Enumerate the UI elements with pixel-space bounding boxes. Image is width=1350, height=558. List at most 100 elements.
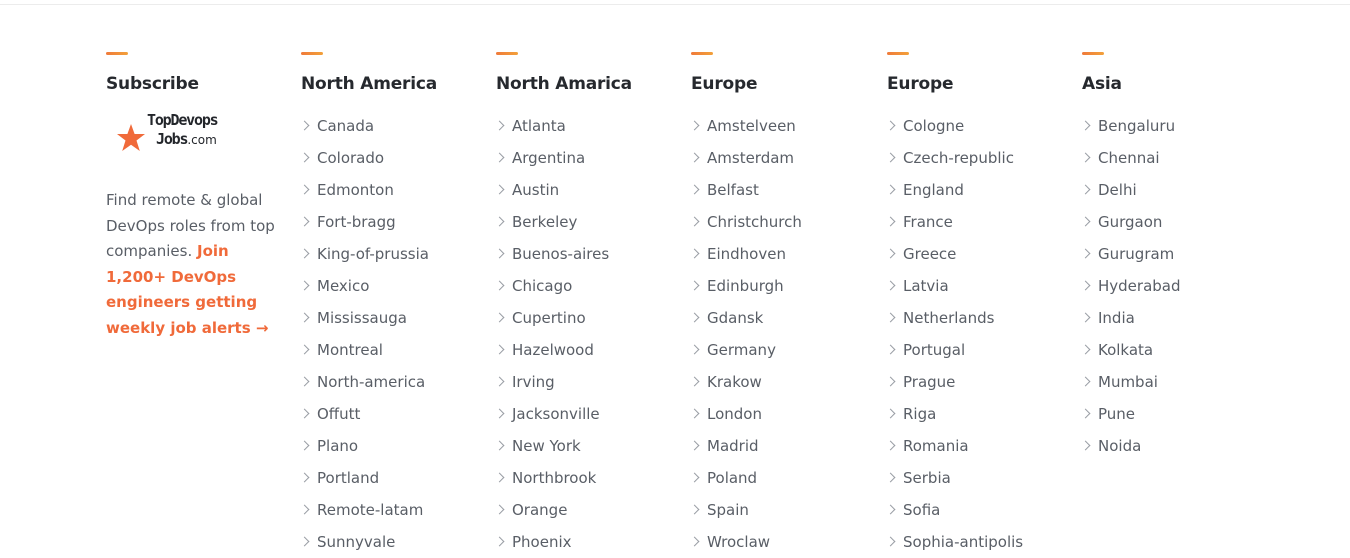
location-link[interactable]: Mumbai [1080,366,1272,398]
location-link[interactable]: Austin [494,174,686,206]
location-link[interactable]: Buenos-aires [494,238,686,270]
location-link[interactable]: Atlanta [494,110,686,142]
location-link[interactable]: Mexico [299,270,491,302]
location-link[interactable]: King-of-prussia [299,238,491,270]
chevron-right-icon [885,120,896,131]
location-link[interactable]: Belfast [689,174,881,206]
location-label: Argentina [512,149,586,167]
column-title: Europe [691,74,758,94]
subscribe-description: Find remote & global DevOps roles from t… [106,188,276,342]
location-link[interactable]: Colorado [299,142,491,174]
location-link[interactable]: Northbrook [494,462,686,494]
chevron-right-icon [494,248,505,259]
location-link[interactable]: Berkeley [494,206,686,238]
location-link[interactable]: Poland [689,462,881,494]
location-link[interactable]: Gurugram [1080,238,1272,270]
location-link[interactable]: Delhi [1080,174,1272,206]
location-link[interactable]: Edmonton [299,174,491,206]
location-link[interactable]: Sofia [885,494,1077,526]
location-link[interactable]: Phoenix [494,526,686,558]
location-link[interactable]: Sophia-antipolis [885,526,1077,558]
chevron-right-icon [1080,344,1091,355]
location-label: Serbia [903,469,951,487]
subscribe-title: Subscribe [106,74,199,94]
subscribe-text: Find remote & global DevOps roles from t… [106,191,275,261]
location-link[interactable]: Krakow [689,366,881,398]
location-link[interactable]: Offutt [299,398,491,430]
location-label: Austin [512,181,560,199]
chevron-right-icon [689,344,700,355]
location-link[interactable]: Wroclaw [689,526,881,558]
logo-text-line2: Jobs.com [156,130,217,148]
location-link[interactable]: Gdansk [689,302,881,334]
location-link[interactable]: Argentina [494,142,686,174]
location-link[interactable]: Riga [885,398,1077,430]
chevron-right-icon [299,152,310,163]
location-link[interactable]: Sunnyvale [299,526,491,558]
location-link[interactable]: Portugal [885,334,1077,366]
chevron-right-icon [689,184,700,195]
location-label: London [707,405,762,423]
location-link[interactable]: Chicago [494,270,686,302]
location-link[interactable]: Noida [1080,430,1272,462]
location-link[interactable]: Christchurch [689,206,881,238]
location-label: Madrid [707,437,759,455]
location-label: Offutt [317,405,361,423]
location-link[interactable]: Fort-bragg [299,206,491,238]
location-link[interactable]: Madrid [689,430,881,462]
accent-bar [691,52,713,55]
location-link[interactable]: New York [494,430,686,462]
location-link[interactable]: Eindhoven [689,238,881,270]
location-link[interactable]: France [885,206,1077,238]
location-link[interactable]: Chennai [1080,142,1272,174]
location-label: Cologne [903,117,965,135]
location-link[interactable]: Amstelveen [689,110,881,142]
chevron-right-icon [299,440,310,451]
location-link[interactable]: Remote-latam [299,494,491,526]
location-link[interactable]: Amsterdam [689,142,881,174]
logo-jobs: Jobs [156,130,189,148]
location-label: Northbrook [512,469,597,487]
location-link[interactable]: India [1080,302,1272,334]
location-link[interactable]: Montreal [299,334,491,366]
chevron-right-icon [299,248,310,259]
chevron-right-icon [494,152,505,163]
location-label: Germany [707,341,776,359]
location-link[interactable]: Gurgaon [1080,206,1272,238]
location-link[interactable]: Kolkata [1080,334,1272,366]
location-link[interactable]: London [689,398,881,430]
location-link[interactable]: Edinburgh [689,270,881,302]
location-link[interactable]: Pune [1080,398,1272,430]
location-link[interactable]: Orange [494,494,686,526]
location-list: Atlanta Argentina Austin Berkeley Buenos-air… [494,110,686,558]
location-link[interactable]: Netherlands [885,302,1077,334]
chevron-right-icon [299,408,310,419]
location-link[interactable]: Hazelwood [494,334,686,366]
accent-bar [1082,52,1104,55]
location-label: Poland [707,469,758,487]
location-link[interactable]: Cologne [885,110,1077,142]
location-link[interactable]: Spain [689,494,881,526]
location-link[interactable]: Canada [299,110,491,142]
location-link[interactable]: Serbia [885,462,1077,494]
location-column-north-amarica: North Amarica Atlanta Argentina Austin Berk… [494,52,686,558]
location-link[interactable]: Hyderabad [1080,270,1272,302]
location-link[interactable]: Plano [299,430,491,462]
topdevopsjobs-logo[interactable]: TopDevops Jobs.com [116,111,246,157]
location-link[interactable]: Czech-republic [885,142,1077,174]
location-link[interactable]: Romania [885,430,1077,462]
location-link[interactable]: Jacksonville [494,398,686,430]
location-link[interactable]: England [885,174,1077,206]
location-link[interactable]: Greece [885,238,1077,270]
location-link[interactable]: Bengaluru [1080,110,1272,142]
location-link[interactable]: Cupertino [494,302,686,334]
location-link[interactable]: Mississauga [299,302,491,334]
location-link[interactable]: Germany [689,334,881,366]
location-link[interactable]: North-america [299,366,491,398]
location-link[interactable]: Latvia [885,270,1077,302]
location-link[interactable]: Irving [494,366,686,398]
location-link[interactable]: Prague [885,366,1077,398]
location-list: Cologne Czech-republic England France Greece… [885,110,1077,558]
location-label: Buenos-aires [512,245,610,263]
location-link[interactable]: Portland [299,462,491,494]
